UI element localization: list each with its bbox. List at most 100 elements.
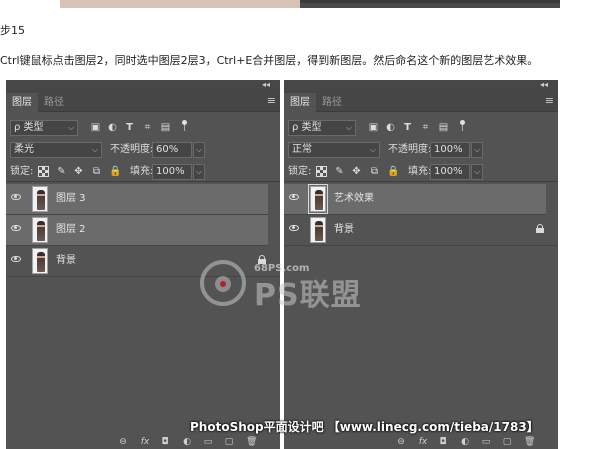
panel-footer: ⊖ fx ◘ ◐ ▭ ▢ 🗑 — [6, 435, 280, 449]
blend-mode-select[interactable]: 柔光 ⌵ — [10, 142, 102, 158]
layer-thumbnail — [32, 217, 48, 243]
fill-input[interactable]: 100% — [152, 164, 192, 180]
link-icon[interactable]: ⊖ — [396, 437, 406, 447]
adjustment-layer-icon[interactable]: ◐ — [460, 437, 470, 447]
lock-position-icon[interactable]: ✥ — [73, 166, 84, 177]
layer-row[interactable]: 艺术效果 — [284, 184, 546, 215]
type-filter-icon[interactable]: T — [124, 122, 135, 133]
fill-label: 填充: — [130, 166, 154, 177]
opacity-dropdown-icon[interactable]: ⌵ — [471, 142, 483, 158]
blend-row: 正常 ⌵ 不透明度: 100% ⌵ — [284, 140, 558, 160]
fill-dropdown-icon[interactable]: ⌵ — [193, 164, 205, 180]
chevron-down-icon: ⌵ — [91, 145, 98, 154]
layers-panel-after: ◂◂ 图层 路径 ≡ ρ 类型 ⌵ ▣ ◐ T ⌗ ▤ 正常 ⌵ 不透明度: 1… — [284, 80, 558, 449]
tab-paths[interactable]: 路径 — [316, 93, 348, 112]
group-icon[interactable]: ▭ — [203, 437, 213, 447]
layer-name[interactable]: 艺术效果 — [334, 192, 374, 206]
blend-mode-value: 柔光 — [14, 144, 34, 155]
opacity-dropdown-icon[interactable]: ⌵ — [193, 142, 205, 158]
watermark-brand: PS联盟 — [254, 278, 362, 313]
filter-kind-select[interactable]: ρ 类型 ⌵ — [10, 120, 78, 136]
new-layer-icon[interactable]: ▢ — [224, 437, 234, 447]
image-filter-icon[interactable]: ▣ — [368, 122, 379, 133]
layer-thumbnail — [32, 248, 48, 274]
smart-object-filter-icon[interactable]: ▤ — [438, 122, 449, 133]
lock-row: 锁定: ✎ ✥ ⧉ 🔒 填充: 100% ⌵ — [6, 162, 280, 182]
mask-icon[interactable]: ◘ — [438, 437, 448, 447]
lock-transparent-icon[interactable] — [38, 166, 49, 177]
image-filter-icon[interactable]: ▣ — [90, 122, 101, 133]
opacity-input[interactable]: 100% — [430, 142, 470, 158]
panel-topbar: ◂◂ — [284, 80, 558, 90]
chevron-down-icon: ⌵ — [369, 145, 376, 154]
lock-all-icon[interactable]: 🔒 — [387, 166, 399, 177]
lock-label: 锁定: — [10, 166, 34, 177]
step-label: 步15 — [0, 24, 25, 37]
visibility-eye-icon[interactable] — [289, 225, 299, 231]
visibility-eye-icon[interactable] — [11, 225, 21, 231]
blend-mode-value: 正常 — [292, 144, 312, 155]
instruction-text: Ctrl键鼠标点击图层2，同时选中图层2层3，Ctrl+E合并图层，得到新图层。… — [0, 54, 539, 67]
layer-name[interactable]: 背景 — [56, 254, 76, 268]
adjustment-filter-icon[interactable]: ◐ — [107, 122, 118, 133]
lock-image-icon[interactable]: ✎ — [56, 166, 67, 177]
fx-icon[interactable]: fx — [140, 437, 150, 447]
opacity-label: 不透明度: — [110, 144, 154, 155]
mask-icon[interactable]: ◘ — [160, 437, 170, 447]
panel-menu-icon[interactable]: ≡ — [267, 94, 276, 107]
page: 步15 Ctrl键鼠标点击图层2，同时选中图层2层3，Ctrl+E合并图层，得到… — [0, 0, 598, 449]
adjustment-layer-icon[interactable]: ◐ — [182, 437, 192, 447]
lock-position-icon[interactable]: ✥ — [351, 166, 362, 177]
collapse-panel-icon[interactable]: ◂◂ — [262, 80, 270, 90]
adjustment-filter-icon[interactable]: ◐ — [385, 122, 396, 133]
layer-thumbnail — [308, 184, 328, 214]
new-layer-icon[interactable]: ▢ — [502, 437, 512, 447]
lock-artboard-icon[interactable]: ⧉ — [369, 166, 380, 177]
lock-image-icon[interactable]: ✎ — [334, 166, 345, 177]
visibility-eye-icon[interactable] — [289, 194, 299, 200]
tab-layers[interactable]: 图层 — [6, 93, 38, 112]
smart-object-filter-icon[interactable]: ▤ — [160, 122, 171, 133]
tab-layers[interactable]: 图层 — [284, 93, 316, 112]
panel-menu-icon[interactable]: ≡ — [545, 94, 554, 107]
collapse-panel-icon[interactable]: ◂◂ — [540, 80, 548, 90]
panel-footer: ⊖ fx ◘ ◐ ▭ ▢ 🗑 — [284, 435, 558, 449]
filter-toggle-icon[interactable] — [182, 120, 187, 131]
watermark-logo — [200, 252, 252, 310]
layer-name[interactable]: 图层 3 — [56, 192, 86, 206]
blend-mode-select[interactable]: 正常 ⌵ — [288, 142, 380, 158]
filter-kind-select[interactable]: ρ 类型 ⌵ — [288, 120, 356, 136]
shape-filter-icon[interactable]: ⌗ — [420, 122, 431, 133]
layer-row[interactable]: 图层 2 — [6, 215, 268, 246]
lock-label: 锁定: — [288, 166, 312, 177]
visibility-eye-icon[interactable] — [11, 194, 21, 200]
opacity-input[interactable]: 60% — [152, 142, 192, 158]
lock-transparent-icon[interactable] — [316, 166, 327, 177]
previous-step-image-right — [300, 0, 560, 8]
tab-paths[interactable]: 路径 — [38, 93, 70, 112]
delete-icon[interactable]: 🗑 — [524, 437, 535, 447]
filter-kind-value: ρ 类型 — [14, 122, 44, 133]
chevron-down-icon: ⌵ — [67, 123, 74, 132]
opacity-label: 不透明度: — [388, 144, 432, 155]
filter-kind-value: ρ 类型 — [292, 122, 322, 133]
visibility-eye-icon[interactable] — [11, 256, 21, 262]
blend-row: 柔光 ⌵ 不透明度: 60% ⌵ — [6, 140, 280, 160]
delete-icon[interactable]: 🗑 — [246, 437, 257, 447]
link-icon[interactable]: ⊖ — [118, 437, 128, 447]
fill-dropdown-icon[interactable]: ⌵ — [471, 164, 483, 180]
layer-name[interactable]: 背景 — [334, 223, 354, 237]
lock-all-icon[interactable]: 🔒 — [109, 166, 121, 177]
fx-icon[interactable]: fx — [418, 437, 428, 447]
layer-lock-icon — [536, 224, 544, 233]
group-icon[interactable]: ▭ — [481, 437, 491, 447]
lock-artboard-icon[interactable]: ⧉ — [91, 166, 102, 177]
layer-name[interactable]: 图层 2 — [56, 223, 86, 237]
layer-row[interactable]: 背景 — [284, 215, 558, 246]
layer-thumbnail — [310, 217, 326, 243]
layer-row[interactable]: 图层 3 — [6, 184, 268, 215]
shape-filter-icon[interactable]: ⌗ — [142, 122, 153, 133]
fill-input[interactable]: 100% — [430, 164, 470, 180]
filter-toggle-icon[interactable] — [460, 120, 465, 131]
type-filter-icon[interactable]: T — [402, 122, 413, 133]
